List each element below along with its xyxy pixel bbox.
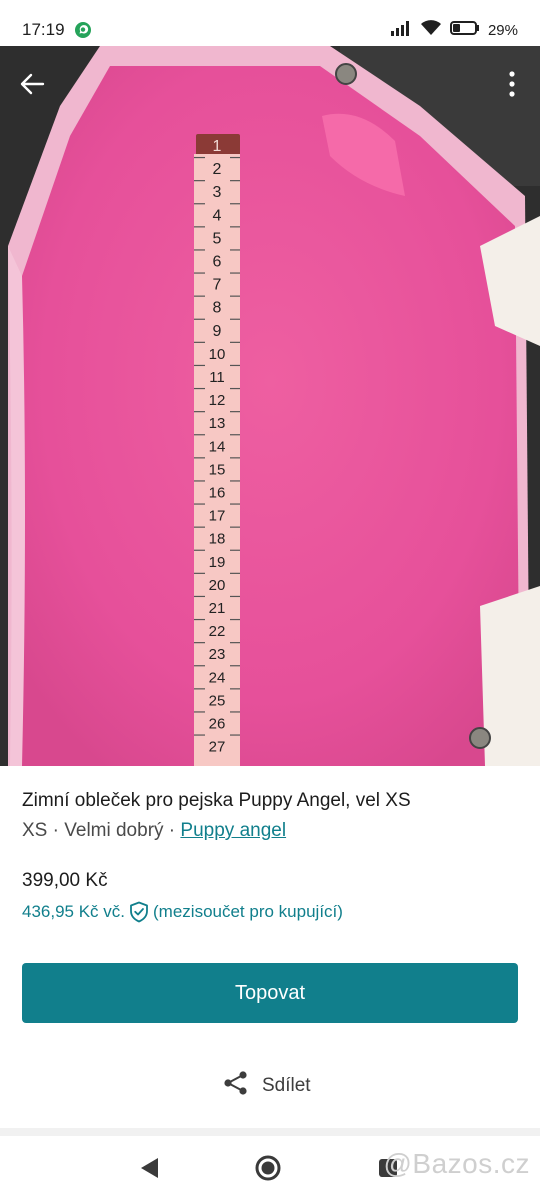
share-icon [222, 1069, 250, 1103]
share-label: Sdílet [262, 1075, 311, 1096]
price: 399,00 Kč [22, 870, 108, 891]
battery-percentage: 29% [487, 21, 518, 39]
ruler-number: 22 [209, 623, 226, 640]
buyer-price-note: (mezisoučet pro kupující) [153, 902, 343, 921]
ruler-number: 8 [213, 300, 222, 317]
ruler-number: 4 [213, 207, 222, 224]
ruler-number: 5 [213, 230, 222, 247]
ruler-number: 26 [209, 716, 226, 733]
battery-icon [449, 20, 480, 41]
separator: · [47, 820, 65, 841]
watermark: @Bazos.cz [383, 1148, 530, 1179]
whatsapp-icon [74, 21, 92, 39]
ruler-number: 11 [209, 369, 225, 386]
size-label: XS [22, 820, 48, 841]
share-button[interactable]: Sdílet [222, 1068, 311, 1104]
condition-label: Velmi dobrý [64, 820, 164, 841]
more-vert-icon[interactable] [502, 64, 522, 104]
nav-divider [0, 1128, 540, 1136]
ruler-number: 10 [209, 346, 226, 363]
ruler-number: 3 [213, 184, 222, 201]
ruler-number: 17 [209, 508, 226, 525]
back-arrow-icon[interactable] [14, 64, 50, 104]
ruler-number: 6 [213, 254, 222, 271]
ruler-number: 9 [213, 323, 222, 340]
ruler-number: 23 [209, 646, 226, 663]
ruler-number: 2 [213, 161, 222, 178]
ruler-number: 21 [209, 600, 226, 617]
svg-text:6: 6 [434, 31, 438, 36]
buyer-price-row[interactable]: 436,95 Kč vč. (mezisoučet pro kupující) [22, 900, 343, 924]
ruler-number: 7 [213, 277, 222, 294]
buyer-price: 436,95 Kč vč. [22, 902, 126, 921]
ruler-number: 24 [209, 669, 226, 686]
ruler-number: 19 [209, 554, 226, 571]
system-nav-bar: @Bazos.cz [0, 1136, 540, 1200]
separator: · [163, 820, 181, 841]
nav-back-icon[interactable] [138, 1156, 160, 1185]
brand-link[interactable]: Puppy angel [180, 820, 286, 841]
status-icons: 6 29% [390, 19, 518, 41]
ruler-number: 1 [213, 138, 222, 155]
listing-title: Zimní obleček pro pejska Puppy Angel, ve… [22, 790, 411, 811]
ruler-number: 13 [209, 415, 226, 432]
ruler-number: 14 [209, 438, 226, 455]
bump-button[interactable]: Topovat [22, 963, 518, 1023]
status-time: 17:19 [22, 20, 65, 39]
signal-icon [390, 20, 412, 41]
ruler-number: 18 [209, 531, 226, 548]
listing-attributes: XS · Velmi dobrý · Puppy angel [22, 820, 286, 842]
listing-photo[interactable]: 1 2 3 4 5 6 7 8 9 10 11 12 13 14 15 16 17 18 19 20 21 22 23 24 2… [0, 46, 540, 766]
photo-illustration: 1234567891011121314151617181920212223242… [0, 46, 540, 766]
ruler-number: 25 [209, 692, 226, 709]
nav-home-icon[interactable] [254, 1154, 282, 1187]
shield-check-icon [129, 901, 149, 923]
wifi-icon: 6 [420, 19, 442, 41]
ruler-number: 12 [209, 392, 226, 409]
ruler-number: 16 [209, 485, 226, 502]
status-bar: 17:19 6 29% [0, 0, 540, 46]
ruler-number: 15 [209, 461, 226, 478]
ruler-number: 20 [209, 577, 226, 594]
ruler-number: 27 [209, 739, 226, 756]
